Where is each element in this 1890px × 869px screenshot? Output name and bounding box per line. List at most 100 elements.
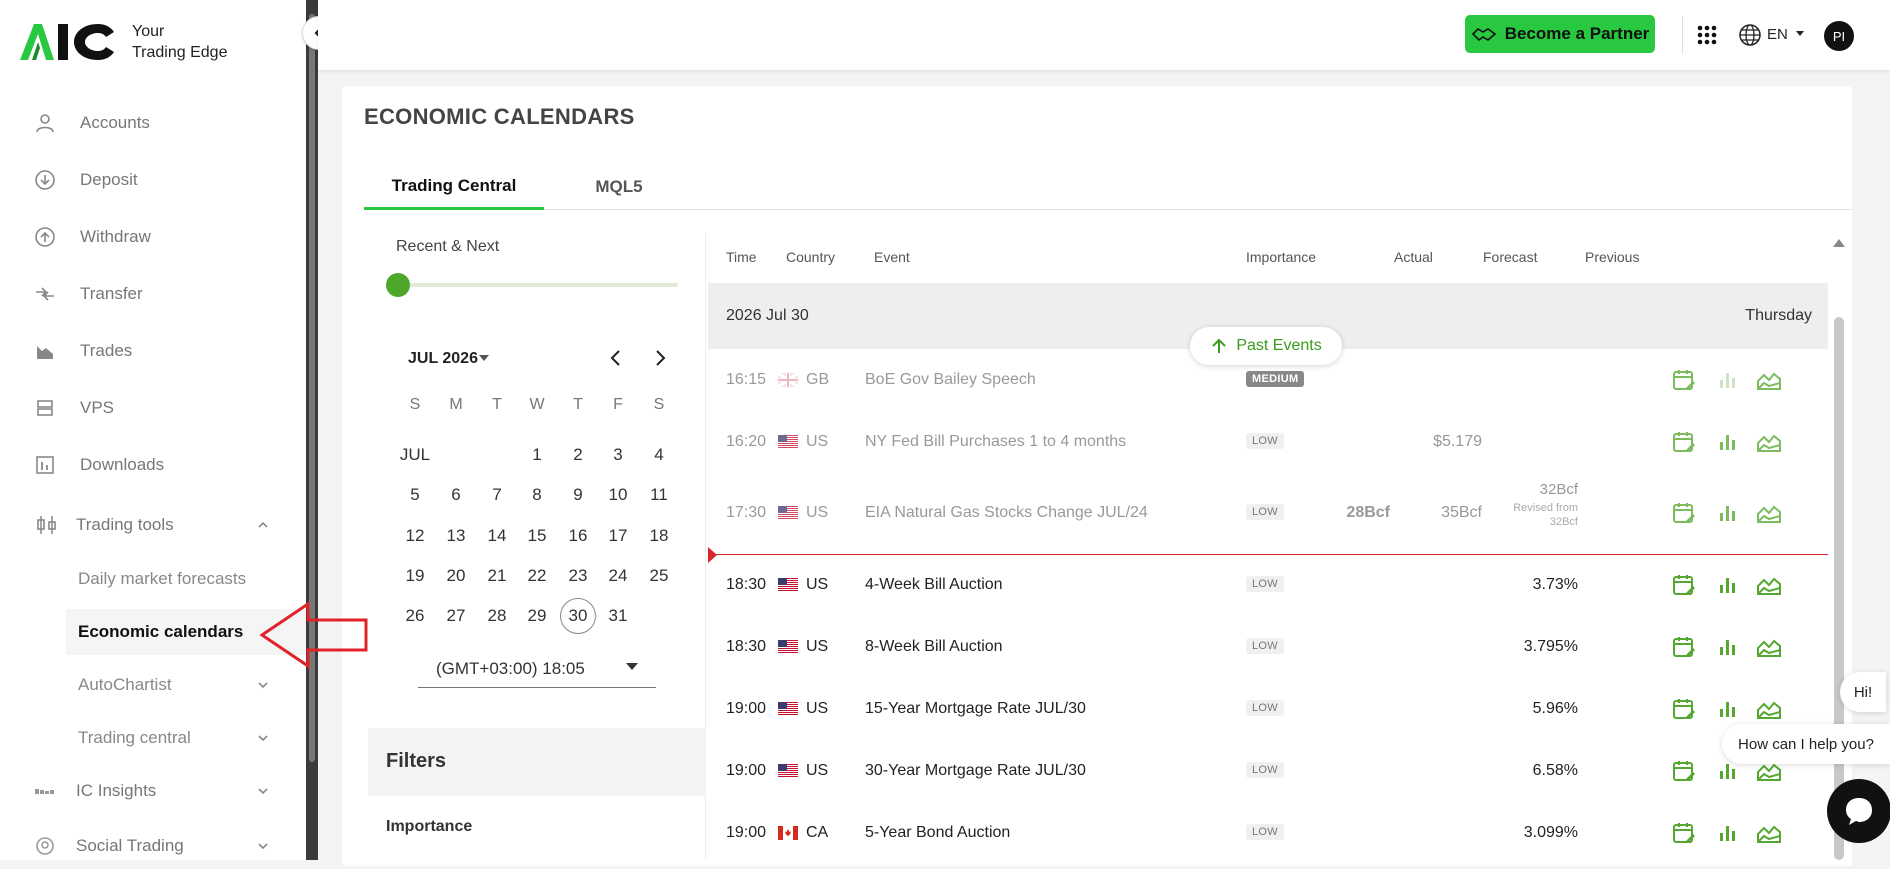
calendar-day[interactable]: 16	[558, 516, 598, 556]
bar-chart-icon[interactable]	[1718, 699, 1738, 719]
sidebar-item-trades[interactable]: Trades	[0, 328, 306, 374]
column-header-actual[interactable]: Actual	[1394, 249, 1433, 265]
calendar-day[interactable]: 9	[558, 475, 598, 515]
trend-chart-icon[interactable]	[1756, 431, 1782, 453]
add-to-calendar-icon[interactable]	[1672, 821, 1696, 845]
chat-prompt-bubble[interactable]: How can I help you?	[1722, 724, 1890, 764]
globe-icon[interactable]	[1738, 23, 1762, 47]
scroll-up-arrow[interactable]	[1833, 239, 1845, 247]
sidebar-item-social-trading[interactable]: Social Trading	[0, 823, 306, 869]
calendar-day-selected[interactable]: 30	[560, 598, 596, 634]
event-row[interactable]: 18:30 US 4-Week Bill Auction LOW 3.73%	[708, 554, 1828, 616]
bar-chart-icon[interactable]	[1718, 823, 1738, 843]
sidebar-item-trading-tools[interactable]: Trading tools	[0, 502, 306, 548]
sidebar-item-downloads[interactable]: Downloads	[0, 442, 306, 488]
calendar-day[interactable]: 31	[598, 596, 638, 636]
tab-mql5[interactable]: MQL5	[544, 164, 694, 210]
sidebar-subitem-daily-market-forecasts[interactable]: Daily market forecasts	[66, 556, 306, 602]
calendar-day[interactable]: 27	[436, 596, 476, 636]
add-to-calendar-icon[interactable]	[1672, 430, 1696, 454]
column-header-event[interactable]: Event	[874, 249, 910, 265]
add-to-calendar-icon[interactable]	[1672, 759, 1696, 783]
calendar-day[interactable]: 2	[558, 435, 598, 475]
sidebar-item-transfer[interactable]: Transfer	[0, 271, 306, 317]
event-row[interactable]: 19:00 US 15-Year Mortgage Rate JUL/30 LOW 5.…	[708, 678, 1828, 740]
calendar-day[interactable]: 19	[395, 556, 435, 596]
trend-chart-icon[interactable]	[1756, 369, 1782, 391]
calendar-day[interactable]: 25	[639, 556, 679, 596]
calendar-day[interactable]: 21	[477, 556, 517, 596]
range-slider-track[interactable]	[396, 283, 678, 287]
add-to-calendar-icon[interactable]	[1672, 368, 1696, 392]
column-header-forecast[interactable]: Forecast	[1483, 249, 1537, 265]
column-header-country[interactable]: Country	[786, 249, 835, 265]
event-name[interactable]: NY Fed Bill Purchases 1 to 4 months	[865, 433, 1126, 451]
trend-chart-icon[interactable]	[1756, 502, 1782, 524]
event-name[interactable]: 8-Week Bill Auction	[865, 638, 1003, 656]
column-header-importance[interactable]: Importance	[1246, 249, 1316, 265]
brand-logo[interactable]: Your Trading Edge	[18, 20, 227, 64]
calendar-day[interactable]: 17	[598, 516, 638, 556]
calendar-day[interactable]: 23	[558, 556, 598, 596]
calendar-day[interactable]: 26	[395, 596, 435, 636]
calendar-day[interactable]: 8	[517, 475, 557, 515]
calendar-day[interactable]: 22	[517, 556, 557, 596]
trend-chart-icon[interactable]	[1756, 822, 1782, 844]
trend-chart-icon[interactable]	[1756, 636, 1782, 658]
event-name[interactable]: BoE Gov Bailey Speech	[865, 371, 1036, 389]
event-name[interactable]: 4-Week Bill Auction	[865, 576, 1003, 594]
next-month-button[interactable]	[650, 348, 670, 368]
add-to-calendar-icon[interactable]	[1672, 573, 1696, 597]
bar-chart-icon[interactable]	[1718, 370, 1738, 390]
add-to-calendar-icon[interactable]	[1672, 635, 1696, 659]
event-row[interactable]: 19:00 US 30-Year Mortgage Rate JUL/30 LOW 6.…	[708, 740, 1828, 802]
add-to-calendar-icon[interactable]	[1672, 697, 1696, 721]
calendar-day[interactable]: 18	[639, 516, 679, 556]
calendar-day[interactable]: 14	[477, 516, 517, 556]
event-row[interactable]: 18:30 US 8-Week Bill Auction LOW 3.795%	[708, 616, 1828, 678]
chat-greeting-bubble[interactable]: Hi!	[1840, 672, 1886, 712]
prev-month-button[interactable]	[606, 348, 626, 368]
sidebar-subitem-trading-central[interactable]: Trading central	[66, 715, 306, 761]
trend-chart-icon[interactable]	[1756, 574, 1782, 596]
column-header-time[interactable]: Time	[726, 249, 757, 265]
bar-chart-icon[interactable]	[1718, 575, 1738, 595]
calendar-day[interactable]: 28	[477, 596, 517, 636]
past-events-button[interactable]: Past Events	[1190, 327, 1342, 365]
calendar-day[interactable]: 7	[477, 475, 517, 515]
event-row[interactable]: 16:20 US NY Fed Bill Purchases 1 to 4 mont…	[708, 411, 1828, 473]
sidebar-item-vps[interactable]: VPS	[0, 385, 306, 431]
sidebar-item-ic-insights[interactable]: IC Insights	[0, 768, 306, 814]
apps-grid-icon[interactable]	[1696, 24, 1718, 46]
calendar-day[interactable]: 6	[436, 475, 476, 515]
calendar-day[interactable]: 12	[395, 516, 435, 556]
tab-trading-central[interactable]: Trading Central	[364, 164, 544, 210]
bar-chart-icon[interactable]	[1718, 432, 1738, 452]
event-row[interactable]: 17:30 US EIA Natural Gas Stocks Change JUL…	[708, 473, 1828, 553]
calendar-day[interactable]: 24	[598, 556, 638, 596]
calendar-day[interactable]: 29	[517, 596, 557, 636]
table-scrollbar-thumb[interactable]	[1834, 317, 1844, 860]
calendar-day[interactable]: 4	[639, 435, 679, 475]
calendar-day[interactable]: 1	[517, 435, 557, 475]
event-row[interactable]: 19:00 CA 5-Year Bond Auction LOW 3.099%	[708, 802, 1828, 864]
event-name[interactable]: 5-Year Bond Auction	[865, 824, 1010, 842]
event-name[interactable]: 15-Year Mortgage Rate JUL/30	[865, 700, 1086, 718]
language-selector[interactable]: EN	[1767, 26, 1788, 43]
calendar-day[interactable]: 15	[517, 516, 557, 556]
event-name[interactable]: 30-Year Mortgage Rate JUL/30	[865, 762, 1086, 780]
calendar-day[interactable]: 20	[436, 556, 476, 596]
calendar-day[interactable]: 5	[395, 475, 435, 515]
column-header-previous[interactable]: Previous	[1585, 249, 1639, 265]
event-name[interactable]: EIA Natural Gas Stocks Change JUL/24	[865, 504, 1148, 522]
month-selector[interactable]: JUL 2026	[408, 350, 478, 368]
timezone-select[interactable]: (GMT+03:00) 18:05	[418, 650, 656, 688]
importance-filter-label[interactable]: Importance	[386, 818, 472, 836]
sidebar-item-withdraw[interactable]: Withdraw	[0, 214, 306, 260]
calendar-day[interactable]: 13	[436, 516, 476, 556]
trend-chart-icon[interactable]	[1756, 698, 1782, 720]
calendar-day[interactable]: 10	[598, 475, 638, 515]
sidebar-item-deposit[interactable]: Deposit	[0, 157, 306, 203]
become-partner-button[interactable]: Become a Partner	[1465, 15, 1655, 53]
bar-chart-icon[interactable]	[1718, 503, 1738, 523]
